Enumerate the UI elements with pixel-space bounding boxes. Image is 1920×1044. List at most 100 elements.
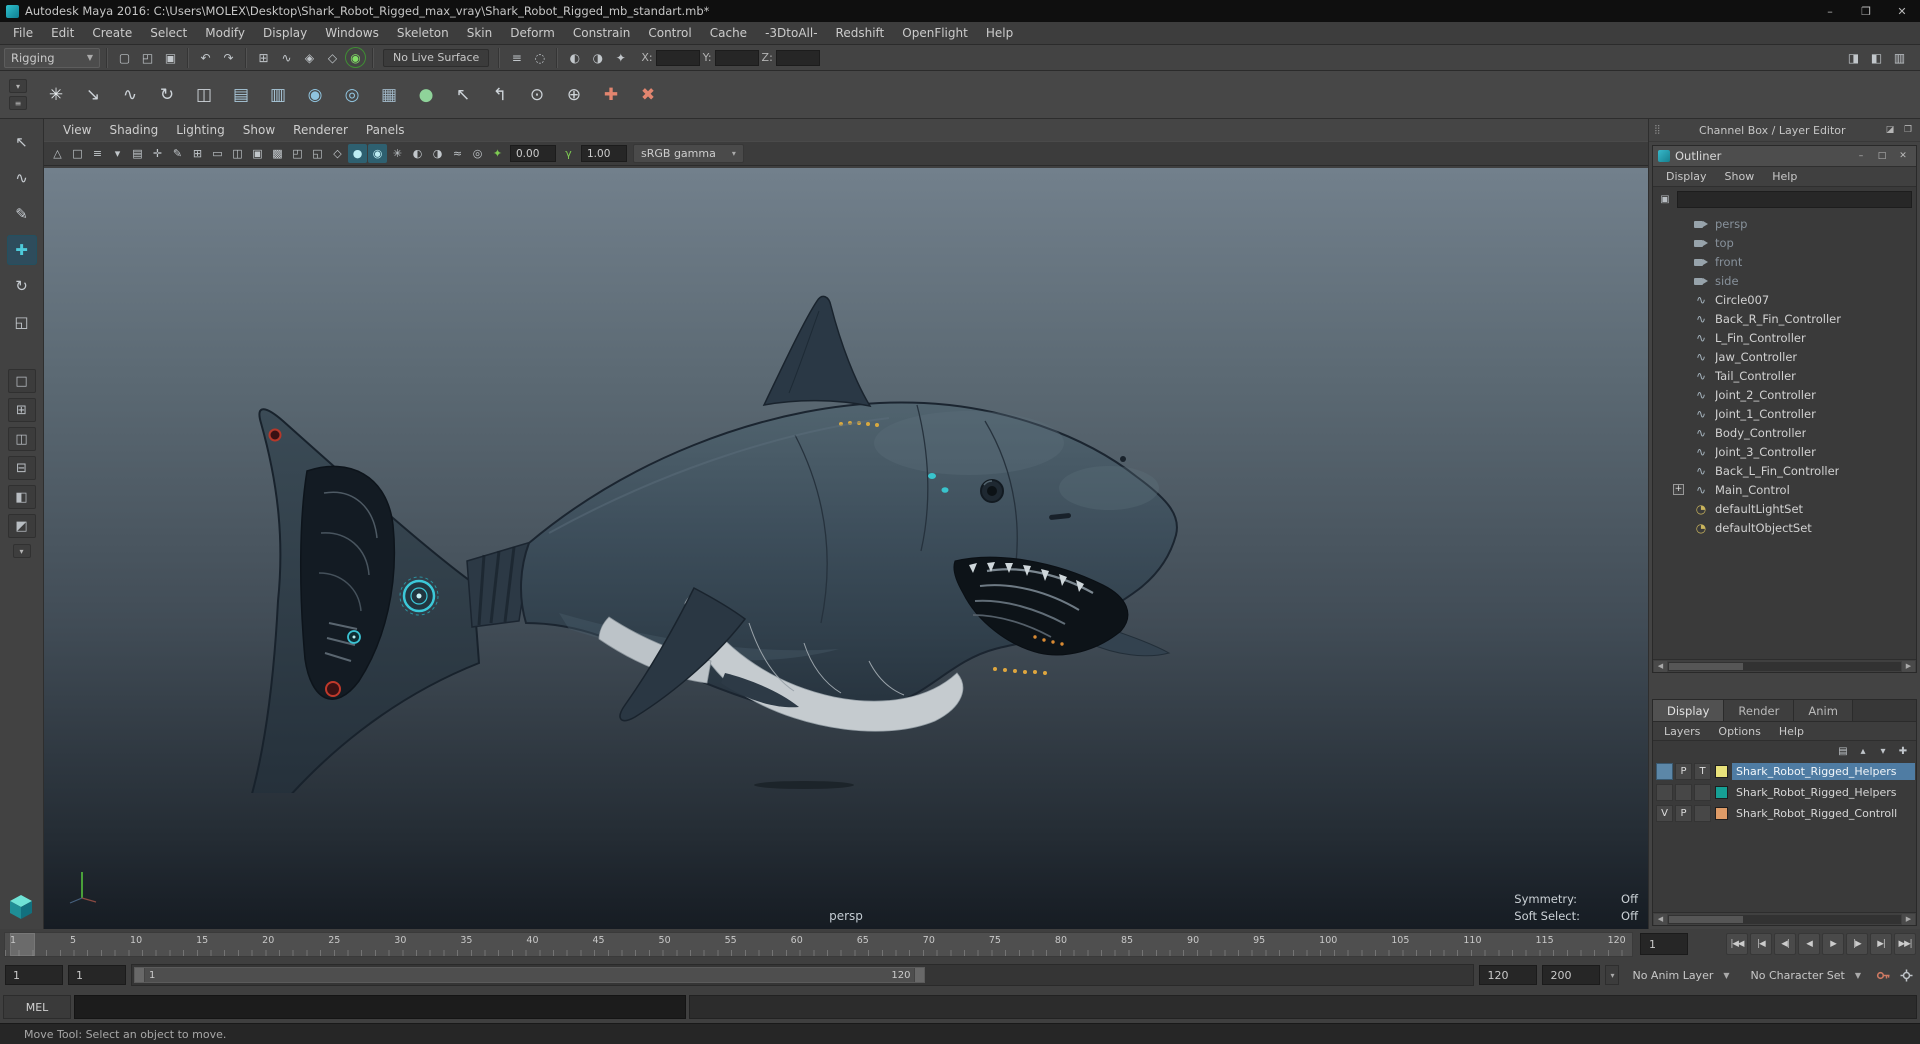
colorspace-dropdown[interactable]: sRGB gamma ▾ xyxy=(633,144,744,163)
two-d-pan-zoom-icon[interactable]: ✛ xyxy=(148,144,167,163)
outliner-item[interactable]: + Main_Control xyxy=(1653,480,1916,499)
panel-menu-item[interactable]: Shading xyxy=(100,123,167,137)
layer-list-icon[interactable]: ▤ xyxy=(1835,744,1851,759)
paint-skin-weights-icon[interactable]: ● xyxy=(409,78,443,112)
joint-tool-icon[interactable]: ✳ xyxy=(39,78,73,112)
film-gate-icon[interactable]: ▭ xyxy=(208,144,227,163)
x-input[interactable] xyxy=(656,50,700,66)
render-settings-icon[interactable]: ✦ xyxy=(610,47,631,68)
outliner-menu-item[interactable]: Show xyxy=(1716,170,1764,183)
scroll-thumb[interactable] xyxy=(1669,663,1743,670)
menu-item[interactable]: OpenFlight xyxy=(893,22,977,44)
maximize-button[interactable]: ❐ xyxy=(1848,0,1884,22)
undo-icon[interactable]: ↶ xyxy=(195,47,216,68)
paint-select-tool[interactable]: ✎ xyxy=(7,199,37,229)
range-slider[interactable]: 1 120 xyxy=(131,964,1474,986)
menu-item[interactable]: File xyxy=(4,22,42,44)
layer-name[interactable]: Shark_Robot_Rigged_Controll xyxy=(1732,805,1915,822)
expand-toggle-icon[interactable]: + xyxy=(1673,484,1684,495)
step-forward-frame-button[interactable]: ▶| xyxy=(1870,933,1892,955)
outliner-search-input[interactable] xyxy=(1677,191,1912,208)
textured-icon[interactable]: ◉ xyxy=(368,144,387,163)
play-backwards-button[interactable]: ◀ xyxy=(1798,933,1820,955)
smooth-shade-icon[interactable]: ● xyxy=(348,144,367,163)
menu-item[interactable]: -3DtoAll- xyxy=(756,22,826,44)
shelf-tab-selector-icon[interactable]: ▾ xyxy=(9,79,27,93)
command-result-field[interactable] xyxy=(689,995,1917,1019)
smooth-bind-icon[interactable]: ◉ xyxy=(298,78,332,112)
outliner-item[interactable]: defaultObjectSet xyxy=(1653,518,1916,537)
new-scene-icon[interactable]: ▢ xyxy=(114,47,135,68)
outliner-item[interactable]: Body_Controller xyxy=(1653,423,1916,442)
layer-name[interactable]: Shark_Robot_Rigged_Helpers xyxy=(1732,784,1915,801)
current-frame-field[interactable]: 1 xyxy=(1640,933,1688,955)
gate-mask-icon[interactable]: ▣ xyxy=(248,144,267,163)
layer-displaytype-toggle[interactable]: T xyxy=(1694,763,1711,780)
menu-item[interactable]: Modify xyxy=(196,22,254,44)
live-surface-field[interactable]: No Live Surface xyxy=(383,49,489,67)
attribute-editor-toggle-icon[interactable]: ◨ xyxy=(1843,47,1864,68)
menu-item[interactable]: Display xyxy=(254,22,316,44)
image-plane-icon[interactable]: ▤ xyxy=(128,144,147,163)
playback-start-field[interactable]: 1 xyxy=(68,965,126,985)
scroll-right-icon[interactable]: ▶ xyxy=(1902,914,1915,925)
outliner-titlebar[interactable]: Outliner – □ ✕ xyxy=(1653,146,1916,167)
outliner-item[interactable]: Back_L_Fin_Controller xyxy=(1653,461,1916,480)
layout-single-pane[interactable]: □ xyxy=(8,369,36,393)
layer-playback-toggle[interactable]: P xyxy=(1675,805,1692,822)
menu-item[interactable]: Windows xyxy=(316,22,388,44)
make-live-icon[interactable]: ◉ xyxy=(345,47,366,68)
panel-menu-item[interactable]: Lighting xyxy=(167,123,234,137)
go-to-start-button[interactable]: |◀◀ xyxy=(1726,933,1748,955)
layer-row[interactable]: Shark_Robot_Rigged_Helpers xyxy=(1653,782,1916,803)
menu-item[interactable]: Skin xyxy=(458,22,502,44)
menu-item[interactable]: Create xyxy=(83,22,141,44)
layer-color-swatch[interactable] xyxy=(1715,807,1728,820)
gamma-icon[interactable]: γ xyxy=(559,144,578,163)
outliner-item[interactable]: Jaw_Controller xyxy=(1653,347,1916,366)
grease-pencil-icon[interactable]: ✎ xyxy=(168,144,187,163)
layer-visibility-toggle[interactable] xyxy=(1656,784,1673,801)
outliner-item[interactable]: front xyxy=(1653,252,1916,271)
motion-blur-icon[interactable]: ≈ xyxy=(448,144,467,163)
isolate-select-icon[interactable]: ◎ xyxy=(468,144,487,163)
anim-layer-dropdown[interactable]: No Anim Layer ▼ xyxy=(1624,965,1737,985)
layer-color-swatch[interactable] xyxy=(1715,765,1728,778)
panel-menu-item[interactable]: Renderer xyxy=(284,123,357,137)
select-tool[interactable]: ↖ xyxy=(7,127,37,157)
grid-toggle-icon[interactable]: ⊞ xyxy=(188,144,207,163)
scroll-track[interactable] xyxy=(1668,915,1901,924)
chevron-down-icon[interactable]: ▾ xyxy=(1605,965,1619,985)
outliner-item[interactable]: Joint_1_Controller xyxy=(1653,404,1916,423)
panel-menu-item[interactable]: View xyxy=(54,123,100,137)
layer-editor-tab[interactable]: Anim xyxy=(1794,700,1853,721)
outliner-hscrollbar[interactable]: ◀ ▶ xyxy=(1653,659,1916,672)
viewport-3d[interactable]: persp Symmetry: Off Soft Select: Off xyxy=(44,168,1648,929)
highlight-selection-icon[interactable]: ◌ xyxy=(529,47,550,68)
animation-start-field[interactable]: 1 xyxy=(5,965,63,985)
scroll-track[interactable] xyxy=(1668,662,1901,671)
create-new-layer-icon[interactable]: ✚ xyxy=(1895,744,1911,759)
animation-end-field[interactable]: 200 xyxy=(1542,965,1600,985)
scroll-left-icon[interactable]: ◀ xyxy=(1654,661,1667,672)
outliner-item[interactable]: defaultLightSet xyxy=(1653,499,1916,518)
outliner-item[interactable]: persp xyxy=(1653,214,1916,233)
outliner-item[interactable]: L_Fin_Controller xyxy=(1653,328,1916,347)
layer-row[interactable]: V P Shark_Robot_Rigged_Controll xyxy=(1653,803,1916,824)
wireframe-icon[interactable]: ◇ xyxy=(328,144,347,163)
exposure-icon[interactable]: ✦ xyxy=(488,144,507,163)
minimize-button[interactable]: – xyxy=(1812,0,1848,22)
hik-skeleton-icon[interactable]: ▥ xyxy=(261,78,295,112)
menuset-selector[interactable]: Rigging ▼ xyxy=(4,48,100,68)
menu-item[interactable]: Deform xyxy=(501,22,564,44)
aim-constraint-icon[interactable]: ⊕ xyxy=(557,78,591,112)
go-to-end-button[interactable]: ▶▶| xyxy=(1894,933,1916,955)
command-language-button[interactable]: MEL xyxy=(3,995,71,1019)
y-input[interactable] xyxy=(715,50,759,66)
layer-editor-tab[interactable]: Display xyxy=(1653,700,1724,721)
menu-item[interactable]: Cache xyxy=(701,22,756,44)
layer-displaytype-toggle[interactable] xyxy=(1694,784,1711,801)
layout-hypershade-persp[interactable]: ◩ xyxy=(8,514,36,538)
ik-spline-tool-icon[interactable]: ∿ xyxy=(113,78,147,112)
close-button[interactable]: ✕ xyxy=(1884,0,1920,22)
